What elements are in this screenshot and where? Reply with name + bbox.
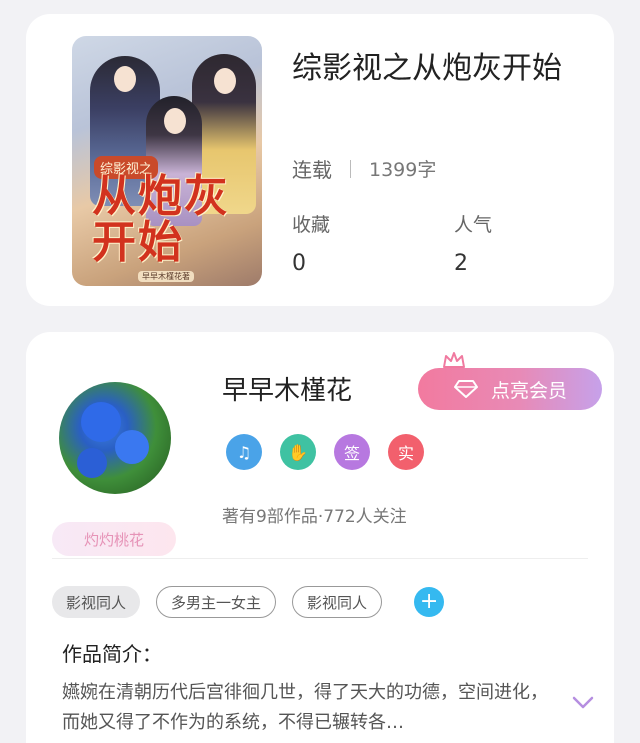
cover-face	[214, 68, 236, 94]
cover-face	[114, 66, 136, 92]
sign-badge[interactable]: 签	[334, 434, 370, 470]
tag-chip[interactable]: 影视同人	[52, 586, 141, 618]
intro-text: 嬿婉在清朝历代后宫徘徊几世，得了天大的功德，空间进化，而她又得了不作为的系统，不…	[62, 682, 548, 733]
intro-heading: 作品简介：	[62, 642, 162, 666]
cover-face	[164, 108, 186, 134]
stat-label: 收藏	[292, 214, 331, 236]
book-cover[interactable]: 综影视之 从炮灰开始 早早木槿花著	[72, 36, 262, 286]
tag-chip[interactable]: 多男主一女主	[156, 586, 277, 618]
divider	[350, 159, 351, 178]
cover-title-text: 从炮灰开始	[92, 171, 230, 268]
avatar-flower	[81, 402, 121, 442]
serial-status: 连载	[292, 158, 332, 182]
stat-value: 2	[454, 251, 468, 276]
verified-badge[interactable]: 实	[388, 434, 424, 470]
avatar[interactable]	[59, 382, 171, 494]
handshake-medal-icon[interactable]: ✋	[280, 434, 316, 470]
crown-icon	[443, 352, 465, 368]
fan-badge: 灼灼桃花	[52, 522, 176, 556]
book-status-row: 连载 1399字	[292, 154, 436, 183]
stat-label: 人气	[454, 214, 493, 236]
author-card: 灼灼桃花 早早木槿花 点亮会员 ♫ ✋ 签 实 著有9部作品·772人关注 影视…	[26, 332, 614, 743]
author-badges: ♫ ✋ 签 实	[226, 434, 424, 470]
stat-value: 0	[292, 251, 306, 276]
author-meta: 著有9部作品·772人关注	[222, 507, 407, 527]
diamond-icon	[453, 380, 478, 398]
music-medal-icon[interactable]: ♫	[226, 434, 262, 470]
book-title: 综影视之从炮灰开始	[292, 51, 562, 86]
stat-popularity: 人气 2	[454, 210, 492, 276]
word-count: 1399字	[369, 159, 437, 181]
vip-button[interactable]: 点亮会员	[418, 368, 602, 410]
stat-favorites: 收藏 0	[292, 210, 330, 276]
tag-list: 影视同人 多男主一女主 影视同人 +	[52, 586, 445, 618]
add-tag-button[interactable]: +	[414, 587, 445, 617]
author-name[interactable]: 早早木槿花	[222, 370, 352, 407]
avatar-flower	[77, 448, 107, 478]
divider	[52, 558, 588, 559]
chevron-down-icon[interactable]	[572, 696, 594, 710]
cover-author-text: 早早木槿花著	[138, 271, 194, 282]
vip-button-label: 点亮会员	[490, 379, 567, 402]
tag-chip[interactable]: 影视同人	[292, 586, 383, 618]
avatar-flower	[115, 430, 149, 464]
book-info-card: 综影视之 从炮灰开始 早早木槿花著 综影视之从炮灰开始 连载 1399字 收藏 …	[26, 14, 614, 306]
